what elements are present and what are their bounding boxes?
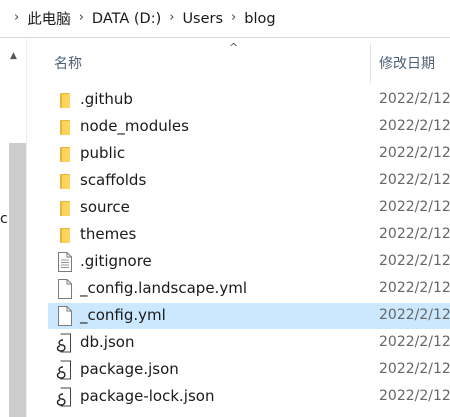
breadcrumb-chevron-icon[interactable]: ›: [231, 10, 236, 25]
sort-ascending-icon: ^: [229, 41, 239, 54]
file-name: _config.yml: [80, 306, 166, 324]
file-date: 2022/2/12: [379, 118, 450, 134]
folder-icon: [56, 144, 74, 164]
file-name: package.json: [80, 360, 179, 378]
folder-icon: [56, 198, 74, 218]
file-name: themes: [80, 225, 137, 243]
file-row[interactable]: .github 2022/2/12: [48, 87, 450, 113]
file-row[interactable]: .gitignore 2022/2/12: [48, 249, 450, 275]
file-row[interactable]: scaffolds 2022/2/12: [48, 168, 450, 194]
file-row[interactable]: node_modules 2022/2/12: [48, 114, 450, 140]
file-row[interactable]: package.json 2022/2/12: [48, 357, 450, 383]
address-bar[interactable]: › 此电脑 › DATA (D:) › Users › blog: [0, 0, 450, 38]
folder-icon: [56, 171, 74, 191]
breadcrumb-item-this-pc[interactable]: 此电脑: [27, 8, 71, 29]
file-row-selected[interactable]: _config.yml 2022/2/12: [48, 303, 450, 329]
breadcrumb-chevron-icon[interactable]: ›: [169, 10, 174, 25]
file-name: scaffolds: [80, 171, 147, 189]
folder-icon: [56, 90, 74, 110]
file-name: public: [80, 144, 126, 162]
file-name: .github: [80, 90, 133, 108]
column-header-name[interactable]: 名称: [54, 53, 82, 73]
file-date: 2022/2/12: [379, 172, 450, 188]
scroll-up-arrow-icon[interactable]: ▲: [10, 51, 17, 61]
folder-icon: [56, 117, 74, 137]
file-row[interactable]: themes 2022/2/12: [48, 222, 450, 248]
file-row[interactable]: _config.landscape.yml 2022/2/12: [48, 276, 450, 302]
file-name: source: [80, 198, 130, 216]
file-name: .gitignore: [80, 252, 152, 270]
navigation-scrollbar[interactable]: [9, 143, 26, 417]
blank-file-icon: [56, 306, 74, 326]
navigation-pane: ▲ c: [0, 39, 26, 417]
nav-item-truncated-label[interactable]: c: [0, 211, 8, 227]
file-row[interactable]: db.json 2022/2/12: [48, 330, 450, 356]
file-row[interactable]: package-lock.json 2022/2/12: [48, 384, 450, 410]
column-divider[interactable]: [370, 43, 371, 83]
file-row[interactable]: source 2022/2/12: [48, 195, 450, 221]
file-date: 2022/2/12: [379, 361, 450, 377]
breadcrumb-item-data-drive[interactable]: DATA (D:): [92, 11, 161, 27]
file-date: 2022/2/12: [379, 388, 450, 404]
file-date: 2022/2/12: [379, 199, 450, 215]
json-file-icon: [56, 387, 74, 407]
file-date: 2022/2/12: [379, 226, 450, 242]
file-name: db.json: [80, 333, 135, 351]
file-list: .github 2022/2/12 node_modules 2022/2/12…: [27, 87, 450, 417]
file-name: package-lock.json: [80, 387, 215, 405]
breadcrumb-item-users[interactable]: Users: [182, 11, 223, 27]
file-name: _config.landscape.yml: [80, 279, 247, 297]
breadcrumb-item-blog[interactable]: blog: [244, 11, 275, 27]
json-file-icon: [56, 333, 74, 353]
file-date: 2022/2/12: [379, 280, 450, 296]
file-date: 2022/2/12: [379, 145, 450, 161]
breadcrumb-chevron-icon[interactable]: ›: [79, 10, 84, 25]
file-date: 2022/2/12: [379, 307, 450, 323]
file-row[interactable]: public 2022/2/12: [48, 141, 450, 167]
column-header-date-modified[interactable]: 修改日期: [379, 53, 435, 73]
folder-icon: [56, 225, 74, 245]
file-date: 2022/2/12: [379, 91, 450, 107]
file-date: 2022/2/12: [379, 334, 450, 350]
blank-file-icon: [56, 279, 74, 299]
file-date: 2022/2/12: [379, 253, 450, 269]
breadcrumb-chevron-icon: ›: [14, 10, 20, 25]
json-file-icon: [56, 360, 74, 380]
text-file-icon: [56, 252, 74, 272]
file-name: node_modules: [80, 117, 189, 135]
column-header: ^ 名称 修改日期: [27, 39, 450, 85]
